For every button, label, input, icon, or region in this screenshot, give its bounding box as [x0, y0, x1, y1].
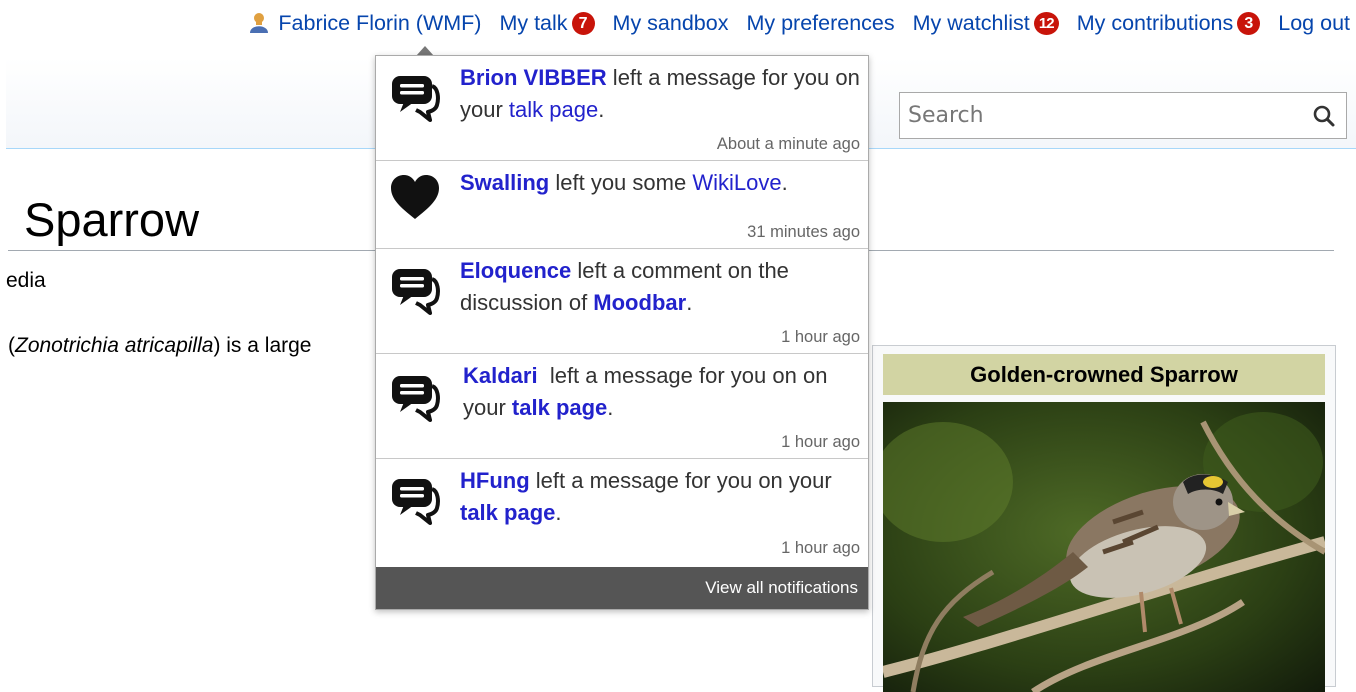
- notification-text: Swalling left you some WikiLove.: [460, 167, 862, 199]
- watchlist-badge[interactable]: 12: [1033, 11, 1059, 35]
- page-title: Sparrow: [24, 193, 200, 246]
- notification-target-link[interactable]: Moodbar: [593, 290, 686, 315]
- notification-text: Kaldari left a message for you on on you…: [463, 360, 865, 424]
- my-watchlist-item: My watchlist 12: [913, 11, 1059, 36]
- notification-user-link[interactable]: HFung: [460, 468, 530, 493]
- heart-icon: [391, 175, 439, 219]
- notification-punct: .: [598, 97, 605, 122]
- talk-notification-badge[interactable]: 7: [571, 11, 595, 35]
- notification-target-link[interactable]: talk page: [460, 500, 555, 525]
- species-name: Zonotrichia atricapilla: [15, 334, 214, 357]
- speech-bubbles-icon: [392, 76, 440, 122]
- notifications-flyout: Brion VIBBER left a message for you on y…: [375, 55, 869, 610]
- search-box: [899, 92, 1347, 139]
- view-all-notifications-link[interactable]: View all notifications: [376, 567, 868, 609]
- contributions-badge[interactable]: 3: [1237, 11, 1261, 35]
- speech-bubbles-icon: [392, 269, 440, 315]
- log-out-link[interactable]: Log out: [1278, 11, 1350, 36]
- magnifier-icon: [1313, 105, 1335, 127]
- sparrow-photo[interactable]: [883, 402, 1325, 692]
- notification-item[interactable]: Eloquence left a comment on the discussi…: [376, 249, 868, 354]
- notification-timestamp: 1 hour ago: [781, 539, 860, 557]
- notification-user-link[interactable]: Eloquence: [460, 258, 571, 283]
- notification-message: left you some: [549, 170, 693, 195]
- my-contributions-link[interactable]: My contributions: [1077, 11, 1234, 36]
- notification-punct: .: [607, 395, 614, 420]
- speech-bubbles-icon: [392, 479, 440, 525]
- notification-text: Brion VIBBER left a message for you on y…: [460, 62, 862, 126]
- notification-item[interactable]: Kaldari left a message for you on on you…: [376, 354, 868, 459]
- lead-open: (: [8, 334, 15, 357]
- notification-punct: .: [781, 170, 788, 195]
- notification-text: HFung left a message for you on your tal…: [460, 465, 862, 529]
- notification-timestamp: About a minute ago: [716, 135, 860, 153]
- notification-target-link[interactable]: talk page: [509, 97, 598, 122]
- user-icon: [248, 12, 270, 34]
- notification-target-link[interactable]: WikiLove: [692, 170, 781, 195]
- personal-toolbar: Fabrice Florin (WMF) My talk 7 My sandbo…: [248, 8, 1350, 38]
- notification-message: left a message for you on your: [529, 468, 832, 493]
- notification-item[interactable]: Swalling left you some WikiLove. 31 minu…: [376, 161, 868, 249]
- notification-user-link[interactable]: Brion VIBBER: [460, 65, 607, 90]
- my-contributions-item: My contributions 3: [1077, 11, 1261, 36]
- notification-item[interactable]: Brion VIBBER left a message for you on y…: [376, 56, 868, 161]
- my-sandbox-link[interactable]: My sandbox: [613, 11, 729, 36]
- notification-timestamp: 1 hour ago: [781, 328, 860, 346]
- infobox-title: Golden-crowned Sparrow: [883, 354, 1325, 395]
- search-button[interactable]: [1312, 104, 1336, 128]
- notification-user-link[interactable]: Swalling: [460, 170, 549, 195]
- username-link[interactable]: Fabrice Florin (WMF): [278, 11, 481, 36]
- speech-bubbles-icon: [392, 376, 440, 422]
- notification-text: Eloquence left a comment on the discussi…: [460, 255, 862, 319]
- my-watchlist-link[interactable]: My watchlist: [913, 11, 1030, 36]
- lead-rest: ) is a large: [213, 334, 312, 357]
- my-talk-link[interactable]: My talk: [499, 11, 567, 36]
- infobox: Golden-crowned Sparrow: [872, 345, 1336, 692]
- notification-user-link[interactable]: Kaldari: [463, 363, 538, 388]
- notification-item[interactable]: HFung left a message for you on your tal…: [376, 459, 868, 564]
- notification-timestamp: 31 minutes ago: [747, 223, 860, 241]
- my-talk-item: My talk 7: [499, 11, 595, 36]
- search-input[interactable]: [900, 93, 1300, 138]
- notification-punct: .: [555, 500, 562, 525]
- notification-target-link[interactable]: talk page: [512, 395, 607, 420]
- notification-timestamp: 1 hour ago: [781, 433, 860, 451]
- notification-punct: .: [686, 290, 693, 315]
- lead-paragraph: (Zonotrichia atricapilla) is a large: [8, 334, 311, 358]
- my-preferences-link[interactable]: My preferences: [746, 11, 894, 36]
- site-tagline: edia: [6, 269, 46, 292]
